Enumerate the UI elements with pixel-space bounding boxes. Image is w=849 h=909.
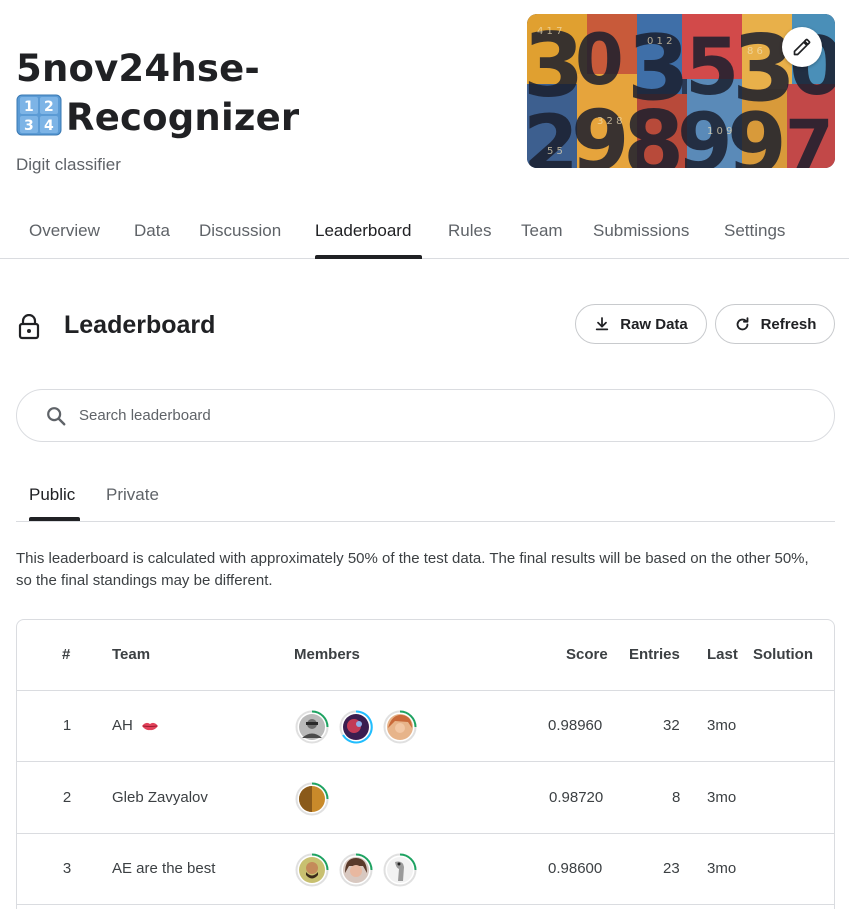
- title-line-2: Recognizer: [66, 96, 300, 139]
- leaderboard-title: Leaderboard: [64, 311, 216, 339]
- tab-team[interactable]: Team: [521, 221, 563, 241]
- header-entries[interactable]: Entries: [629, 646, 680, 663]
- member-avatar[interactable]: [383, 710, 417, 744]
- header-team[interactable]: Team: [112, 646, 150, 663]
- download-icon: [596, 317, 609, 331]
- row-last: 3mo: [707, 789, 737, 806]
- svg-text:3: 3: [24, 118, 34, 134]
- member-avatar[interactable]: [295, 853, 329, 887]
- header-members: Members: [294, 646, 360, 663]
- svg-text:3 2 8: 3 2 8: [597, 116, 622, 127]
- leaderboard-note: This leaderboard is calculated with appr…: [16, 550, 809, 589]
- header-rank[interactable]: #: [62, 646, 70, 663]
- competition-subtitle: Digit classifier: [16, 155, 121, 174]
- search-icon: [45, 405, 67, 427]
- tab-rules[interactable]: Rules: [448, 221, 491, 241]
- svg-text:7: 7: [785, 105, 834, 168]
- competition-tabs: Overview Data Discussion Leaderboard Rul…: [0, 212, 849, 259]
- row-entries: 32: [663, 717, 680, 734]
- lips-icon: [141, 719, 159, 736]
- table-row[interactable]: 2 Gleb Zavyalov 0.98720 8 3mo: [17, 763, 834, 834]
- leaderboard-subtabs: Public Private: [16, 470, 835, 522]
- svg-text:9: 9: [727, 95, 787, 168]
- table-header: # Team Members Score Entries Last Soluti…: [17, 620, 834, 691]
- raw-data-button[interactable]: Raw Data: [575, 304, 707, 344]
- svg-text:8: 8: [623, 92, 684, 168]
- table-row[interactable]: 3 AE are the best 0.98600 23 3mo: [17, 834, 834, 905]
- refresh-button[interactable]: Refresh: [715, 304, 835, 344]
- leaderboard-table: # Team Members Score Entries Last Soluti…: [16, 619, 835, 909]
- row-score: 0.98600: [548, 860, 603, 877]
- member-avatar[interactable]: [383, 853, 417, 887]
- svg-text:1 0 9: 1 0 9: [707, 126, 732, 137]
- member-avatar[interactable]: [339, 853, 373, 887]
- tab-submissions[interactable]: Submissions: [593, 221, 689, 241]
- tab-leaderboard[interactable]: Leaderboard: [315, 221, 411, 241]
- svg-text:0 1 2: 0 1 2: [647, 36, 672, 47]
- row-last: 3mo: [707, 860, 737, 877]
- active-subtab-indicator: [29, 517, 80, 521]
- svg-text:1: 1: [24, 99, 34, 115]
- row-rank: 3: [62, 860, 72, 877]
- svg-text:4: 4: [44, 118, 54, 134]
- raw-data-label: Raw Data: [620, 315, 688, 333]
- competition-title: 5nov24hse- 1 2 3 4 Recognizer: [16, 44, 299, 142]
- svg-text:9: 9: [571, 92, 629, 168]
- header-solution: Solution: [753, 646, 813, 663]
- keycap-1234-icon: 1 2 3 4: [16, 94, 62, 136]
- row-rank: 2: [62, 789, 72, 806]
- row-rank: 1: [62, 717, 72, 734]
- row-entries: 8: [672, 789, 681, 806]
- refresh-icon: [736, 316, 748, 330]
- refresh-label: Refresh: [760, 315, 817, 333]
- row-team[interactable]: AH: [112, 717, 159, 736]
- tab-discussion[interactable]: Discussion: [199, 221, 281, 241]
- member-avatar[interactable]: [295, 710, 329, 744]
- table-row[interactable]: 1 AH 0.98960 32 3mo: [17, 691, 834, 762]
- svg-text:5 5: 5 5: [547, 146, 563, 157]
- member-avatar[interactable]: [339, 710, 373, 744]
- leaderboard-search: [16, 389, 835, 442]
- row-last: 3mo: [707, 717, 737, 734]
- tab-settings[interactable]: Settings: [724, 221, 785, 241]
- lock-icon: [17, 313, 41, 345]
- edit-banner-button[interactable]: [782, 27, 822, 67]
- team-name: AH: [112, 717, 133, 734]
- row-entries: 23: [663, 860, 680, 877]
- tab-overview[interactable]: Overview: [29, 221, 100, 241]
- active-tab-indicator: [315, 255, 422, 259]
- svg-text:0: 0: [575, 19, 624, 101]
- member-avatar[interactable]: [295, 782, 329, 816]
- svg-text:4 1 7: 4 1 7: [537, 26, 562, 37]
- svg-text:8 6: 8 6: [747, 46, 763, 57]
- row-team[interactable]: AE are the best: [112, 860, 215, 877]
- tab-data[interactable]: Data: [134, 221, 170, 241]
- svg-text:2: 2: [44, 99, 54, 115]
- search-input[interactable]: [79, 407, 779, 424]
- tab-private[interactable]: Private: [106, 485, 159, 505]
- tab-public[interactable]: Public: [29, 485, 75, 505]
- header-last[interactable]: Last: [707, 646, 738, 663]
- row-team[interactable]: Gleb Zavyalov: [112, 789, 208, 806]
- row-score: 0.98960: [548, 717, 603, 734]
- title-line-1: 5nov24hse-: [16, 47, 260, 90]
- row-score: 0.98720: [549, 789, 604, 806]
- pencil-icon: [793, 38, 811, 56]
- header-score[interactable]: Score: [566, 646, 608, 663]
